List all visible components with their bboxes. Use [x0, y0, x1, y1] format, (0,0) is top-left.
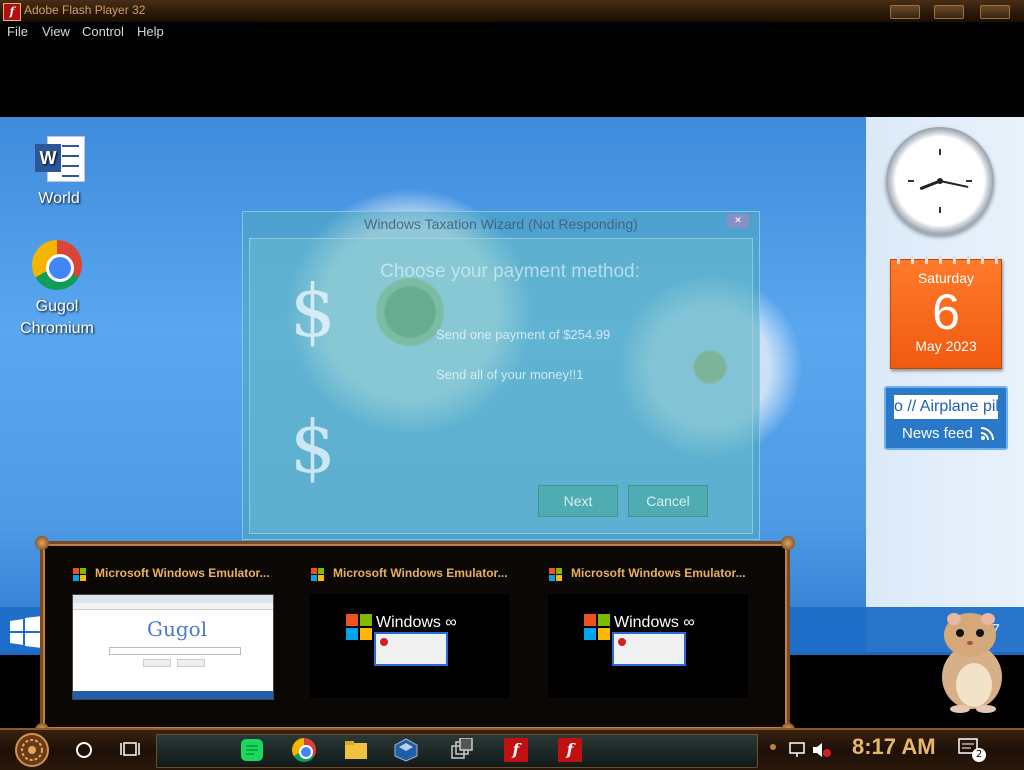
close-button[interactable] — [980, 5, 1010, 19]
windows-infinity-text: Windows ∞ — [614, 614, 695, 631]
switcher-thumbnail-windows: Windows ∞ — [310, 594, 510, 698]
window-title: Adobe Flash Player 32 — [24, 3, 146, 17]
desktop-icon-world[interactable]: W World — [14, 134, 104, 208]
windows-stack-icon[interactable] — [450, 738, 474, 762]
flash-player-icon[interactable]: f — [504, 738, 528, 762]
taskbar-clock[interactable]: 8:17 AM — [852, 734, 936, 760]
wizard-title: Windows Taxation Wizard (Not Responding) — [364, 216, 638, 232]
switcher-caption: Microsoft Windows Emulator... — [95, 566, 270, 580]
calendar-rings — [891, 256, 1001, 264]
news-ticker[interactable]: o // Airplane pil — [894, 395, 998, 419]
notification-center-icon[interactable]: 2 — [958, 738, 988, 762]
file-explorer-icon[interactable] — [344, 738, 368, 762]
windows-logo-icon — [311, 568, 325, 582]
start-gear-icon[interactable] — [12, 732, 52, 768]
cortana-icon[interactable] — [74, 740, 94, 760]
switcher-thumbnail-windows: Windows ∞ — [548, 594, 748, 698]
menu-control[interactable]: Control — [82, 24, 124, 39]
error-dialog-thumbnail — [612, 632, 686, 666]
switcher-thumbnail-gugol: Gugol — [72, 594, 274, 700]
menu-help[interactable]: Help — [137, 24, 164, 39]
next-button[interactable]: Next — [538, 485, 618, 517]
chromium-icon — [32, 240, 82, 290]
calendar-day: 6 — [932, 284, 960, 340]
payment-option-one[interactable]: Send one payment of $254.99 — [436, 327, 610, 342]
window-titlebar: f Adobe Flash Player 32 — [0, 0, 1024, 23]
word-icon: W — [33, 134, 85, 182]
maximize-button[interactable] — [934, 5, 964, 19]
taxation-wizard-dialog[interactable]: Windows Taxation Wizard (Not Responding)… — [242, 211, 760, 540]
switcher-caption: Microsoft Windows Emulator... — [571, 566, 746, 580]
menu-view[interactable]: View — [42, 24, 70, 39]
task-view-icon[interactable] — [120, 740, 140, 760]
dollar-icon: $ — [290, 269, 336, 353]
calendar-gadget[interactable]: Saturday 6 May 2023 — [890, 256, 1002, 369]
error-dialog-thumbnail — [374, 632, 448, 666]
news-feed-label: News feed — [902, 425, 973, 442]
volume-muted-icon[interactable] — [812, 742, 832, 758]
windows-logo-icon — [549, 568, 563, 582]
rss-icon — [981, 427, 994, 440]
menu-file[interactable]: File — [7, 24, 28, 39]
notification-count-badge: 2 — [972, 748, 986, 762]
wizard-body: Choose your payment method: $ Send one p… — [249, 238, 753, 534]
windows-logo-icon — [73, 568, 87, 582]
minimize-button[interactable] — [890, 5, 920, 19]
clock-face — [908, 149, 972, 213]
virtualbox-icon[interactable] — [394, 738, 418, 762]
desktop-icon-label-line2: Chromium — [20, 320, 94, 337]
cancel-button[interactable]: Cancel — [628, 485, 708, 517]
ornament-rivet — [781, 536, 795, 550]
payment-option-two[interactable]: Send all of your money!!1 — [436, 367, 583, 382]
desktop-icon-label-line1: Gugol — [35, 298, 79, 315]
window-switcher: Microsoft Windows Emulator... Gugol Micr… — [35, 536, 795, 737]
notes-app-icon[interactable] — [240, 738, 264, 762]
flash-player-icon[interactable]: f — [558, 738, 582, 762]
chrome-taskbar-icon[interactable] — [292, 738, 316, 762]
ornament-rivet — [35, 536, 49, 550]
flash-app-icon: f — [3, 3, 21, 21]
network-icon[interactable] — [788, 742, 806, 758]
desktop-icon-gugol-chromium[interactable]: Gugol Chromium — [12, 240, 102, 340]
menu-bar: File View Control Help — [0, 22, 1024, 42]
gugol-logo: Gugol — [147, 617, 208, 641]
windows-start-icon[interactable] — [10, 616, 42, 648]
news-feed-gadget[interactable]: o // Airplane pil News feed — [884, 386, 1008, 450]
clock-gadget[interactable] — [886, 127, 994, 235]
desktop-icon-label: World — [38, 190, 80, 207]
tray-expand-icon[interactable] — [770, 744, 776, 750]
hamster-mascot-icon[interactable] — [924, 605, 1014, 713]
windows-infinity-text: Windows ∞ — [376, 614, 457, 631]
switcher-caption: Microsoft Windows Emulator... — [333, 566, 508, 580]
wizard-close-button[interactable]: ✕ — [727, 214, 749, 228]
clock-minute-hand — [939, 180, 969, 188]
calendar-month-year: May 2023 — [915, 338, 977, 354]
dollar-icon: $ — [290, 405, 336, 489]
clock-hour-hand — [919, 179, 942, 190]
